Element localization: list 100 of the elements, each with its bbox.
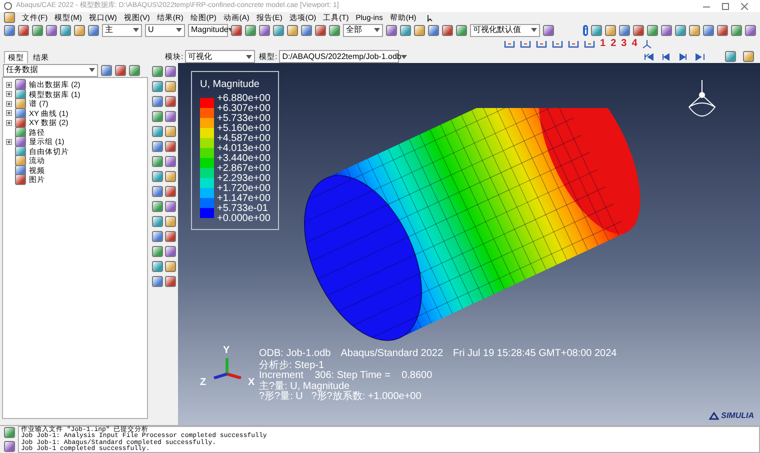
expand-icon[interactable]: [6, 110, 12, 116]
tree-item-icon[interactable]: [15, 117, 26, 128]
tool-icon[interactable]: [165, 276, 176, 287]
tool-icon[interactable]: [619, 24, 630, 36]
tool-icon[interactable]: [301, 24, 312, 36]
tool-icon[interactable]: [152, 111, 163, 122]
defaults-combo[interactable]: 可视化默认值: [470, 24, 540, 36]
close-icon[interactable]: [741, 2, 748, 10]
tool-icon[interactable]: [165, 111, 176, 122]
step-icon[interactable]: [88, 24, 99, 36]
step-back-icon[interactable]: [661, 52, 671, 60]
info-icon[interactable]: [582, 24, 588, 36]
tree-item-icon[interactable]: [15, 79, 26, 90]
tool-icon[interactable]: [703, 24, 714, 36]
tool-icon[interactable]: [428, 24, 439, 36]
view-number[interactable]: 2: [610, 36, 616, 51]
tool-icon[interactable]: [165, 201, 176, 212]
tool-icon[interactable]: [152, 141, 163, 152]
expand-icon[interactable]: [6, 120, 12, 126]
tool-icon[interactable]: [273, 24, 284, 36]
tool-icon[interactable]: [152, 186, 163, 197]
variable-combo[interactable]: U: [145, 24, 185, 36]
tool-icon[interactable]: [315, 24, 326, 36]
tool-icon[interactable]: [152, 201, 163, 212]
tool-icon[interactable]: [647, 24, 658, 36]
tool-icon[interactable]: [32, 24, 43, 36]
step-combo[interactable]: 主: [102, 24, 142, 36]
camera-icon[interactable]: [725, 51, 736, 62]
tool-icon[interactable]: [165, 81, 176, 92]
tool-icon[interactable]: [152, 81, 163, 92]
tool-icon[interactable]: [101, 64, 112, 76]
tool-icon[interactable]: [165, 216, 176, 227]
tool-icon[interactable]: [661, 24, 672, 36]
tool-icon[interactable]: [165, 96, 176, 107]
view-number[interactable]: 1: [600, 36, 606, 51]
prompt-icon[interactable]: [4, 440, 14, 452]
skip-forward-icon[interactable]: [695, 52, 705, 60]
tool-icon[interactable]: [60, 24, 71, 36]
view-icon[interactable]: [584, 38, 595, 48]
tool-icon[interactable]: [165, 231, 176, 242]
expand-icon[interactable]: [6, 100, 12, 107]
filter-combo[interactable]: 任务数据: [3, 64, 98, 76]
tree-item-icon[interactable]: [15, 155, 26, 166]
tool-icon[interactable]: [731, 24, 742, 36]
tool-icon[interactable]: [245, 24, 256, 36]
tree-item-icon[interactable]: [15, 136, 26, 148]
tool-icon[interactable]: [152, 261, 163, 272]
tool-icon[interactable]: [386, 24, 397, 36]
tool-icon[interactable]: [605, 24, 616, 36]
skip-back-icon[interactable]: [644, 52, 654, 60]
app-menu-icon[interactable]: [4, 12, 15, 23]
camera-icon[interactable]: [743, 51, 754, 62]
tool-icon[interactable]: [46, 24, 57, 36]
tool-icon[interactable]: [717, 24, 728, 36]
tool-icon[interactable]: [591, 24, 602, 36]
tool-icon[interactable]: [442, 24, 453, 36]
tool-icon[interactable]: [18, 24, 29, 36]
tool-icon[interactable]: [689, 24, 700, 36]
step-forward-icon[interactable]: [678, 52, 688, 60]
tool-icon[interactable]: [414, 24, 425, 36]
tool-icon[interactable]: [259, 24, 270, 36]
tool-icon[interactable]: [165, 246, 176, 257]
tool-icon[interactable]: [329, 24, 340, 36]
tool-icon[interactable]: [165, 66, 176, 77]
tool-icon[interactable]: [74, 24, 85, 36]
tool-icon[interactable]: [165, 186, 176, 197]
tool-icon[interactable]: [165, 126, 176, 137]
module-combo[interactable]: 可视化: [185, 50, 256, 63]
tool-icon[interactable]: [129, 64, 140, 76]
expand-icon[interactable]: [6, 91, 12, 98]
view-icon[interactable]: [504, 38, 515, 48]
tool-icon[interactable]: [152, 66, 163, 77]
selection-combo[interactable]: 全部: [343, 24, 383, 36]
expand-icon[interactable]: [6, 82, 12, 88]
tool-icon[interactable]: [456, 24, 467, 36]
view-icon[interactable]: [536, 38, 547, 48]
message-icon[interactable]: [4, 427, 14, 438]
tool-icon[interactable]: [165, 156, 176, 167]
tool-icon[interactable]: [543, 24, 554, 36]
tool-icon[interactable]: [745, 24, 756, 36]
tool-icon[interactable]: [152, 276, 163, 287]
view-icon[interactable]: [520, 38, 531, 48]
maximize-icon[interactable]: [722, 2, 729, 10]
tool-icon[interactable]: [152, 156, 163, 167]
axes-icon[interactable]: [642, 38, 652, 48]
tree-item-icon[interactable]: [15, 98, 26, 110]
tool-icon[interactable]: [675, 24, 686, 36]
tool-icon[interactable]: [152, 231, 163, 242]
tool-icon[interactable]: [165, 141, 176, 152]
tool-icon[interactable]: [165, 171, 176, 182]
component-combo[interactable]: Magnitude: [188, 24, 228, 36]
tool-icon[interactable]: [400, 24, 411, 36]
view-number[interactable]: 3: [621, 36, 627, 51]
tool-icon[interactable]: [231, 24, 242, 36]
tool-icon[interactable]: [152, 216, 163, 227]
tool-icon[interactable]: [287, 24, 298, 36]
tool-icon[interactable]: [165, 261, 176, 272]
tool-icon[interactable]: [152, 126, 163, 137]
tool-icon[interactable]: [633, 24, 644, 36]
tree-item-icon[interactable]: [15, 174, 26, 186]
